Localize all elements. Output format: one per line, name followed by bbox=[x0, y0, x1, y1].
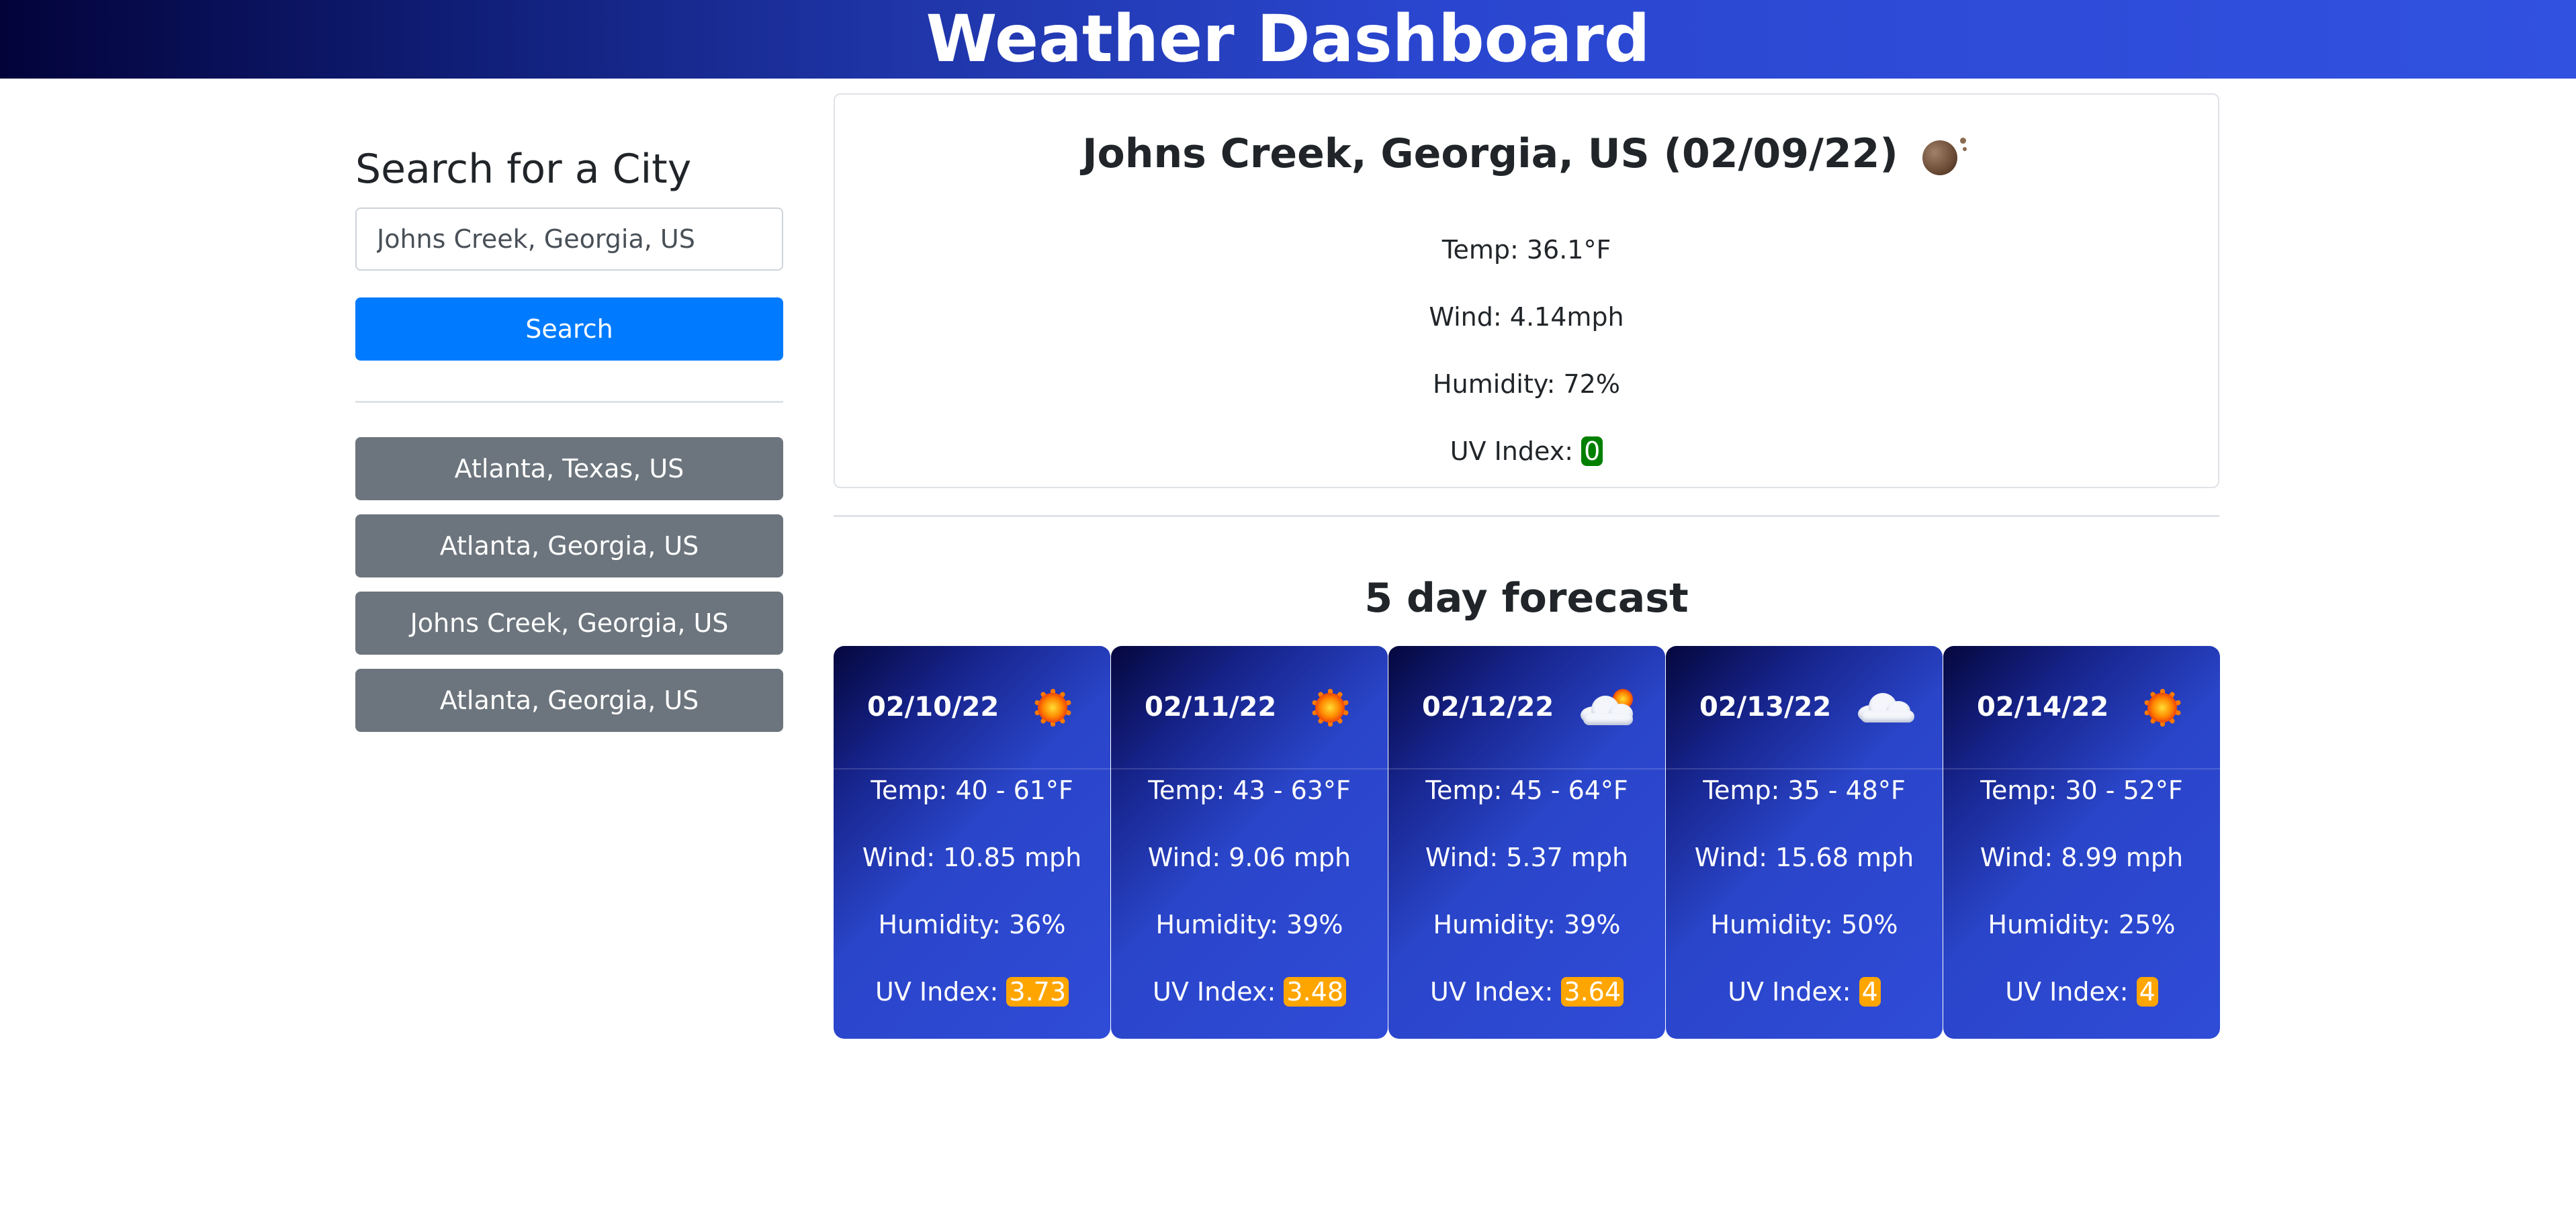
forecast-wind: Wind: 5.37 mph bbox=[1425, 843, 1629, 872]
forecast-temp: Temp: 35 - 48°F bbox=[1703, 776, 1906, 805]
forecast-uv: UV Index: 4 bbox=[1943, 975, 2220, 1009]
forecast-wind: Wind: 8.99 mph bbox=[1980, 843, 2184, 872]
sidebar-divider bbox=[355, 401, 783, 403]
forecast-date: 02/14/22 bbox=[1977, 692, 2109, 723]
forecast-card: 02/13/22 Temp: 35 - 48°F Wind: 15.68 mph… bbox=[1666, 646, 1943, 1039]
uv-badge: 4 bbox=[1859, 977, 1881, 1007]
sun-icon bbox=[1302, 684, 1362, 731]
sun-icon bbox=[2134, 684, 2194, 731]
forecast-card: 02/14/22 Temp: 30 - 52°F Wind: 8.99 mph … bbox=[1943, 646, 2220, 1039]
forecast-date: 02/10/22 bbox=[867, 692, 1000, 723]
app-header: Weather Dashboard bbox=[0, 0, 2576, 79]
forecast-temp: Temp: 40 - 61°F bbox=[871, 776, 1073, 805]
forecast-humidity: Humidity: 39% bbox=[1433, 910, 1621, 939]
uv-badge: 3.64 bbox=[1561, 977, 1624, 1007]
forecast-humidity: Humidity: 36% bbox=[878, 910, 1066, 939]
forecast-uv: UV Index: 3.64 bbox=[1388, 975, 1665, 1009]
current-uv: UV Index: 0 bbox=[835, 434, 2218, 468]
current-city-title: Johns Creek, Georgia, US (02/09/22) bbox=[1082, 130, 1898, 177]
forecast-humidity: Humidity: 39% bbox=[1155, 910, 1343, 939]
search-history-list: Atlanta, Texas, US Atlanta, Georgia, US … bbox=[355, 437, 783, 746]
uv-label: UV Index: bbox=[1430, 977, 1562, 1007]
uv-badge: 0 bbox=[1581, 436, 1603, 466]
history-item[interactable]: Atlanta, Georgia, US bbox=[355, 514, 783, 577]
forecast-date: 02/12/22 bbox=[1422, 692, 1554, 723]
cloud-sun-icon bbox=[1579, 684, 1640, 731]
forecast-temp: Temp: 43 - 63°F bbox=[1148, 776, 1351, 805]
section-divider bbox=[834, 515, 2219, 517]
current-temp: Temp: 36.1°F bbox=[1441, 235, 1611, 265]
search-sidebar: Search for a City Search Atlanta, Texas,… bbox=[355, 134, 783, 732]
forecast-wind: Wind: 9.06 mph bbox=[1147, 843, 1351, 872]
forecast-wind: Wind: 10.85 mph bbox=[862, 843, 1082, 872]
uv-badge: 3.73 bbox=[1006, 977, 1069, 1007]
forecast-humidity: Humidity: 25% bbox=[1988, 910, 2176, 939]
uv-badge: 3.48 bbox=[1284, 977, 1346, 1007]
forecast-card: 02/12/22 Temp: 45 - 64°F Wind: 5.37 mph … bbox=[1388, 646, 1665, 1039]
history-item[interactable]: Atlanta, Georgia, US bbox=[355, 669, 783, 732]
current-weather-card: Johns Creek, Georgia, US (02/09/22) Temp… bbox=[834, 93, 2219, 488]
city-search-input[interactable] bbox=[355, 207, 783, 271]
uv-label: UV Index: bbox=[2005, 977, 2137, 1007]
sun-icon bbox=[1024, 684, 1085, 731]
uv-label: UV Index: bbox=[875, 977, 1007, 1007]
current-wind: Wind: 4.14mph bbox=[1429, 302, 1624, 332]
forecast-temp: Temp: 45 - 64°F bbox=[1425, 776, 1628, 805]
history-item[interactable]: Atlanta, Texas, US bbox=[355, 437, 783, 500]
forecast-date: 02/13/22 bbox=[1699, 692, 1832, 723]
current-humidity: Humidity: 72% bbox=[1433, 369, 1620, 399]
forecast-temp: Temp: 30 - 52°F bbox=[1980, 776, 2183, 805]
page-title: Weather Dashboard bbox=[926, 1, 1650, 77]
uv-label: UV Index: bbox=[1153, 977, 1284, 1007]
forecast-humidity: Humidity: 50% bbox=[1710, 910, 1898, 939]
forecast-date: 02/11/22 bbox=[1145, 692, 1277, 723]
forecast-card: 02/11/22 Temp: 43 - 63°F Wind: 9.06 mph … bbox=[1111, 646, 1388, 1039]
forecast-uv: UV Index: 4 bbox=[1666, 975, 1943, 1009]
uv-badge: 4 bbox=[2136, 977, 2158, 1007]
forecast-card: 02/10/22 Temp: 40 - 61°F Wind: 10.85 mph… bbox=[834, 646, 1110, 1039]
forecast-wind: Wind: 15.68 mph bbox=[1694, 843, 1914, 872]
search-heading: Search for a City bbox=[355, 146, 692, 193]
moon-icon bbox=[1922, 134, 1971, 175]
search-button[interactable]: Search bbox=[355, 297, 783, 361]
forecast-uv: UV Index: 3.73 bbox=[834, 975, 1110, 1009]
cloud-icon bbox=[1857, 684, 1917, 731]
forecast-heading: 5 day forecast bbox=[1364, 575, 1689, 622]
forecast-uv: UV Index: 3.48 bbox=[1111, 975, 1388, 1009]
uv-label: UV Index: bbox=[1450, 436, 1582, 466]
uv-label: UV Index: bbox=[1728, 977, 1859, 1007]
history-item[interactable]: Johns Creek, Georgia, US bbox=[355, 592, 783, 655]
